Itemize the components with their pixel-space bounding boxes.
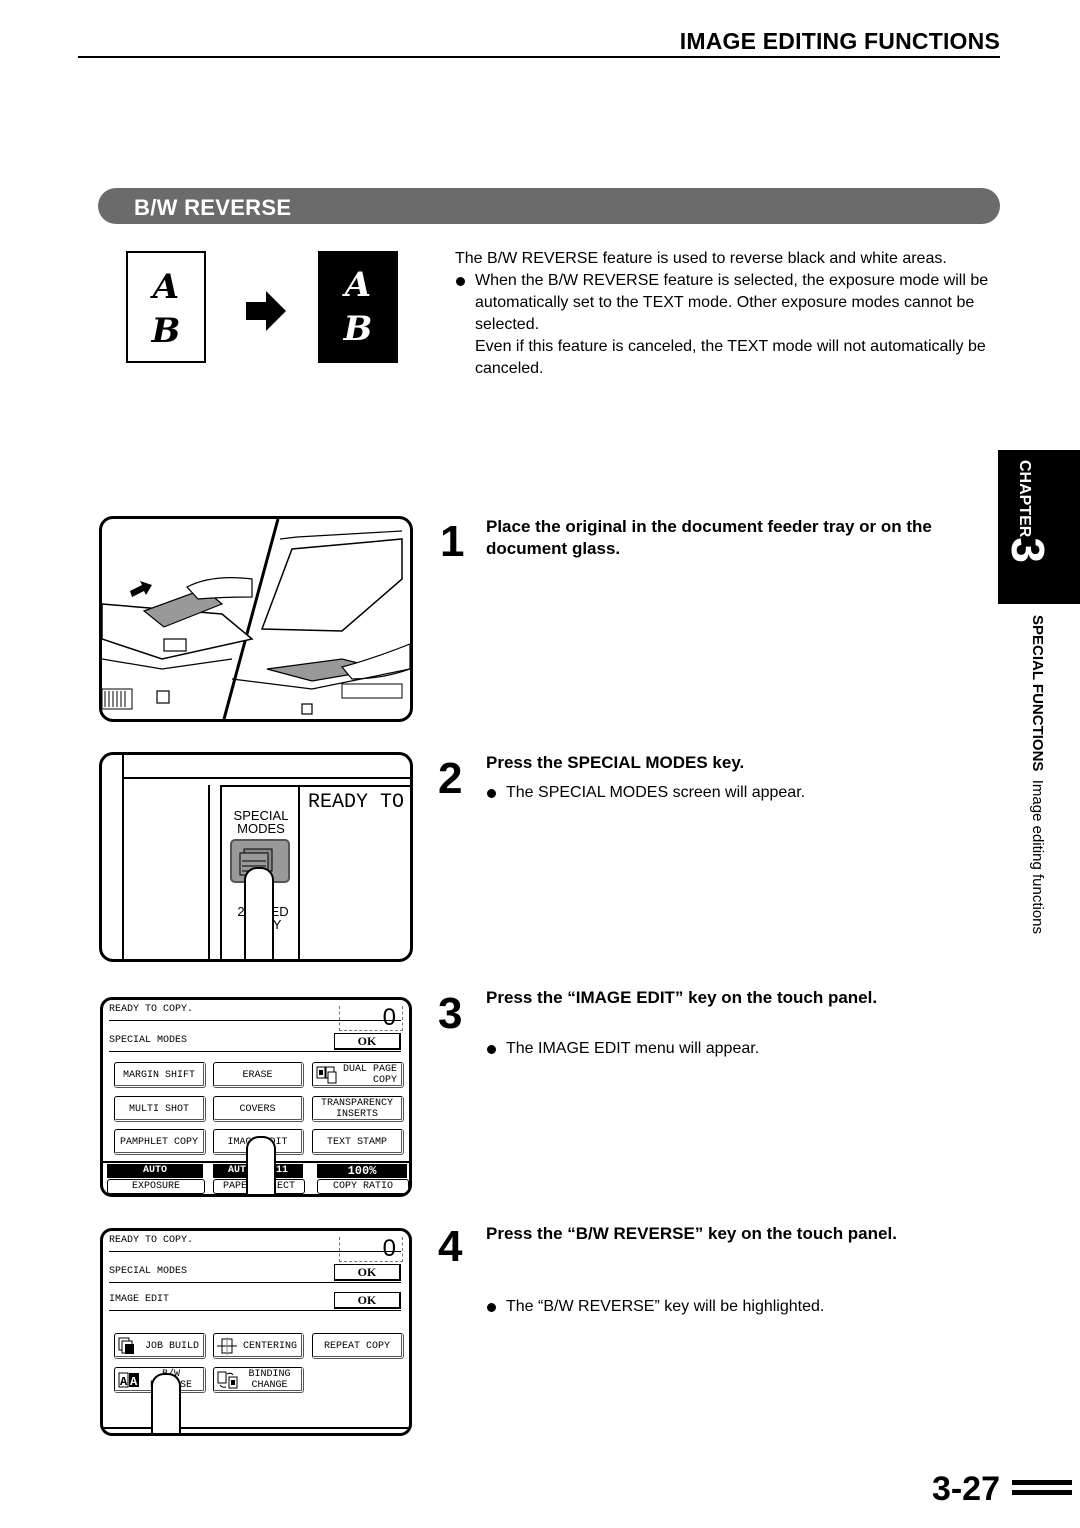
intro-lead: The B/W REVERSE feature is used to rever…: [455, 250, 947, 267]
chapter-tab: CHAPTER3: [998, 450, 1080, 604]
step-title: Press the SPECIAL MODES key.: [486, 753, 745, 772]
page-number: 3-27: [931, 1470, 1000, 1508]
step-title: Press the “IMAGE EDIT” key on the touch …: [486, 988, 878, 1007]
side-section-bold: SPECIAL FUNCTIONS: [1029, 615, 1046, 772]
erase-key[interactable]: ERASE: [213, 1062, 304, 1088]
step-title: Press the “B/W REVERSE” key on the touch…: [486, 1224, 897, 1243]
special-modes-ok-button[interactable]: OK: [334, 1264, 401, 1281]
side-section-label: SPECIAL FUNCTIONS Image editing function…: [1029, 615, 1046, 934]
binding-change-key[interactable]: BINDING CHANGE: [213, 1367, 304, 1393]
intro-text: The B/W REVERSE feature is used to rever…: [455, 248, 1000, 380]
transparency-inserts-key[interactable]: TRANSPARENCY INSERTS: [312, 1096, 404, 1122]
copy-counter-value: 0: [382, 1004, 396, 1031]
ok-button[interactable]: OK: [334, 1033, 401, 1050]
step-number: 2: [438, 754, 463, 803]
copier-feeder-illustration: [102, 519, 410, 719]
job-build-key[interactable]: JOB BUILD: [114, 1333, 206, 1359]
svg-text:A: A: [130, 1375, 138, 1389]
step-number: 3: [438, 989, 463, 1038]
svg-text:A: A: [120, 1375, 128, 1389]
job-build-icon: [118, 1337, 134, 1354]
image-edit-ok-button[interactable]: OK: [334, 1292, 401, 1309]
transparency-line1: TRANSPARENCY: [320, 1098, 393, 1109]
step2-illustration: READY TO C SPECIAL MODES 2-SIDED COPY: [99, 752, 413, 962]
step-title: Place the original in the document feede…: [486, 517, 932, 558]
panel-edge: [220, 785, 222, 959]
pamphlet-copy-key[interactable]: PAMPHLET COPY: [114, 1129, 206, 1155]
dual-page-icon: [316, 1066, 337, 1084]
dual-page-copy-key[interactable]: DUAL PAGE COPY: [312, 1062, 404, 1088]
intro-bullet-continued: Even if this feature is canceled, the TE…: [475, 338, 986, 377]
intro-bullet: When the B/W REVERSE feature is selected…: [455, 270, 1000, 380]
centering-label: CENTERING: [242, 1341, 297, 1352]
touch-panel-image-edit: READY TO COPY. 0 SPECIAL MODES OK IMAGE …: [100, 1228, 412, 1436]
panel-edge: [124, 777, 410, 779]
step-note: The IMAGE EDIT menu will appear.: [486, 1038, 1080, 1060]
panel-edge: [122, 755, 124, 959]
finger-pointer: [151, 1373, 181, 1433]
multi-shot-key[interactable]: MULTI SHOT: [114, 1096, 206, 1122]
panel-edge: [298, 787, 300, 959]
copy-counter: 0: [339, 1004, 403, 1031]
step-number: 1: [440, 517, 465, 566]
job-build-label: JOB BUILD: [144, 1341, 199, 1352]
reversed-image-illustration: A B: [318, 251, 398, 363]
copy-ratio-value: 100%: [317, 1164, 407, 1178]
section-title-bar: B/W REVERSE: [98, 188, 1000, 224]
chapter-heading: IMAGE EDITING FUNCTIONS: [679, 28, 1000, 54]
header-rule: [78, 56, 1000, 58]
copy-counter-value: 0: [382, 1235, 396, 1262]
letter-b: B: [343, 309, 373, 349]
repeat-copy-key[interactable]: REPEAT COPY: [312, 1333, 404, 1359]
chapter-number: 3: [1002, 537, 1054, 563]
special-modes-key-label: SPECIAL MODES: [226, 809, 296, 835]
centering-key[interactable]: CENTERING: [213, 1333, 304, 1359]
binding-change-line2: CHANGE: [251, 1380, 288, 1391]
exposure-button[interactable]: EXPOSURE: [107, 1179, 205, 1194]
letter-b: B: [151, 311, 181, 351]
page-rule-bottom: [1012, 1490, 1072, 1495]
lcd-display-text: READY TO C: [308, 791, 410, 814]
chapter-word: CHAPTER: [1016, 460, 1033, 538]
finger-pointer: [244, 867, 274, 959]
step-note: The “B/W REVERSE” key will be highlighte…: [486, 1296, 1080, 1318]
intro-bullet-text: When the B/W REVERSE feature is selected…: [475, 272, 989, 333]
panel-edge: [220, 785, 410, 787]
text-stamp-key[interactable]: TEXT STAMP: [312, 1129, 404, 1155]
letter-a: A: [344, 265, 372, 305]
panel-bottom-edge: [103, 1427, 409, 1429]
centering-icon: [217, 1337, 237, 1355]
copy-ratio-button[interactable]: COPY RATIO: [317, 1179, 409, 1194]
page-rule-top: [1012, 1480, 1072, 1485]
copy-counter: 0: [339, 1235, 403, 1262]
finger-pointer: [246, 1136, 276, 1194]
step-number: 4: [438, 1222, 463, 1271]
right-arrow-icon: [246, 291, 286, 331]
step1-illustration: [99, 516, 413, 722]
section-title: B/W REVERSE: [134, 195, 292, 220]
original-image-illustration: A B: [126, 251, 206, 363]
bw-reverse-icon: A A: [118, 1372, 139, 1389]
special-modes-label-line2: MODES: [237, 821, 285, 836]
touch-panel-special-modes: READY TO COPY. 0 SPECIAL MODES OK MARGIN…: [100, 997, 412, 1197]
binding-change-icon: [217, 1371, 238, 1389]
panel-edge: [208, 785, 210, 959]
margin-shift-key[interactable]: MARGIN SHIFT: [114, 1062, 206, 1088]
letter-a: A: [152, 267, 180, 307]
covers-key[interactable]: COVERS: [213, 1096, 304, 1122]
exposure-value: AUTO: [107, 1164, 203, 1178]
binding-change-line1: BINDING: [248, 1369, 291, 1380]
step-note: The SPECIAL MODES screen will appear.: [486, 782, 1080, 804]
transparency-line2: INSERTS: [335, 1109, 378, 1120]
